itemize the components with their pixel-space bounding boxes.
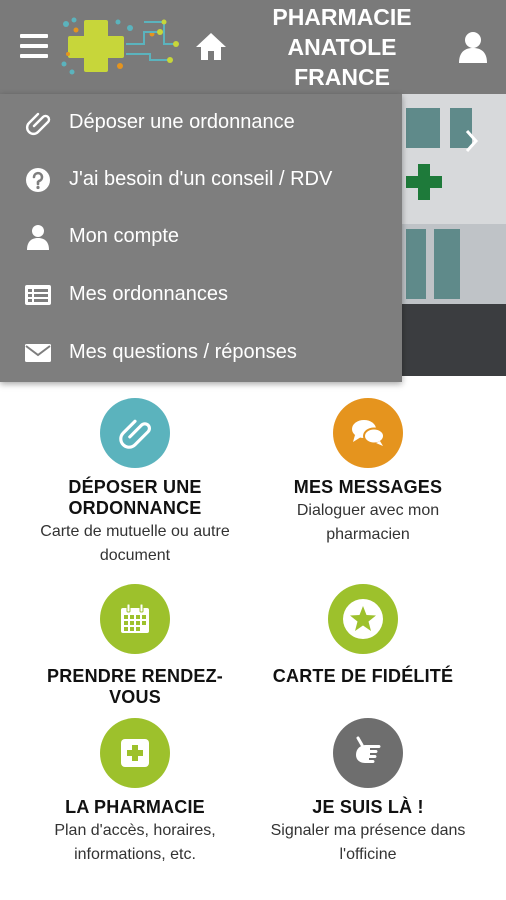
tile-subtitle: Carte de mutuelle ou autre document xyxy=(40,523,230,564)
tile-title: MES MESSAGES xyxy=(293,477,443,497)
tile-la-pharmacie[interactable]: LA PHARMACIE Plan d'accès, horaires, inf… xyxy=(20,718,250,867)
menu-item-label: Mes questions / réponses xyxy=(69,341,297,363)
home-icon[interactable] xyxy=(194,30,228,62)
tile-subtitle: Signaler ma présence dans l'officine xyxy=(270,822,466,863)
tile-title: JE SUIS LÀ ! xyxy=(312,797,424,817)
user-account-icon[interactable] xyxy=(456,30,490,64)
tile-title: DÉPOSER UNE ORDONNANCE xyxy=(68,477,202,518)
tile-icon-circle xyxy=(333,398,403,468)
tile-title: LA PHARMACIE xyxy=(65,797,205,817)
menu-item-label: Mon compte xyxy=(69,225,180,247)
tile-icon-circle xyxy=(100,398,170,468)
pharmacy-cross-icon xyxy=(406,164,442,200)
paperclip-icon xyxy=(119,419,151,449)
tile-icon-circle xyxy=(100,584,170,654)
menu-item-label: Mes ordonnances xyxy=(69,283,228,305)
tile-mes-messages[interactable]: MES MESSAGES Dialoguer avec mon pharmaci… xyxy=(253,398,483,547)
app-header: PHARMACIE ANATOLE FRANCE xyxy=(0,0,506,94)
user-icon xyxy=(27,224,49,250)
app-title: PHARMACIE ANATOLE FRANCE xyxy=(272,4,412,90)
menu-item-mon-compte[interactable]: Mon compte xyxy=(0,208,402,265)
list-card-icon xyxy=(25,284,51,305)
menu-item-label: Déposer une ordonnance xyxy=(69,111,295,133)
menu-item-deposer-ordonnance[interactable]: Déposer une ordonnance xyxy=(0,94,402,151)
menu-item-mes-ordonnances[interactable]: Mes ordonnances xyxy=(0,266,402,323)
tile-je-suis-la[interactable]: JE SUIS LÀ ! Signaler ma présence dans l… xyxy=(253,718,483,867)
menu-hamburger-button[interactable] xyxy=(20,34,48,58)
calendar-icon xyxy=(121,603,149,633)
plus-square-icon xyxy=(121,739,149,767)
tile-icon-circle xyxy=(100,718,170,788)
tile-icon-circle xyxy=(333,718,403,788)
chat-icon xyxy=(352,420,385,446)
pharmacy-logo xyxy=(61,17,179,75)
question-icon xyxy=(26,167,50,192)
menu-item-label: J'ai besoin d'un conseil / RDV xyxy=(69,168,333,190)
tile-subtitle: Dialoguer avec mon pharmacien xyxy=(296,502,440,543)
star-icon xyxy=(343,599,383,639)
tile-deposer-ordonnance[interactable]: DÉPOSER UNE ORDONNANCE Carte de mutuelle… xyxy=(20,398,250,568)
tile-icon-circle xyxy=(328,584,398,654)
tile-title: CARTE DE FIDÉLITÉ xyxy=(272,666,454,686)
menu-item-questions-reponses[interactable]: Mes questions / réponses xyxy=(0,324,402,381)
menu-item-conseil-rdv[interactable]: J'ai besoin d'un conseil / RDV xyxy=(0,151,402,208)
side-menu: Déposer une ordonnance J'ai besoin d'un … xyxy=(0,94,402,382)
tile-title: PRENDRE RENDEZ- VOUS xyxy=(46,666,223,707)
tile-subtitle: Plan d'accès, horaires, informations, et… xyxy=(54,822,216,863)
chevron-right-icon[interactable] xyxy=(462,126,482,156)
paperclip-icon xyxy=(26,112,51,135)
envelope-icon xyxy=(25,343,51,362)
hand-icon xyxy=(356,736,381,763)
tile-carte-fidelite[interactable]: CARTE DE FIDÉLITÉ xyxy=(248,584,478,687)
tile-prendre-rendez-vous[interactable]: PRENDRE RENDEZ- VOUS xyxy=(20,584,250,708)
